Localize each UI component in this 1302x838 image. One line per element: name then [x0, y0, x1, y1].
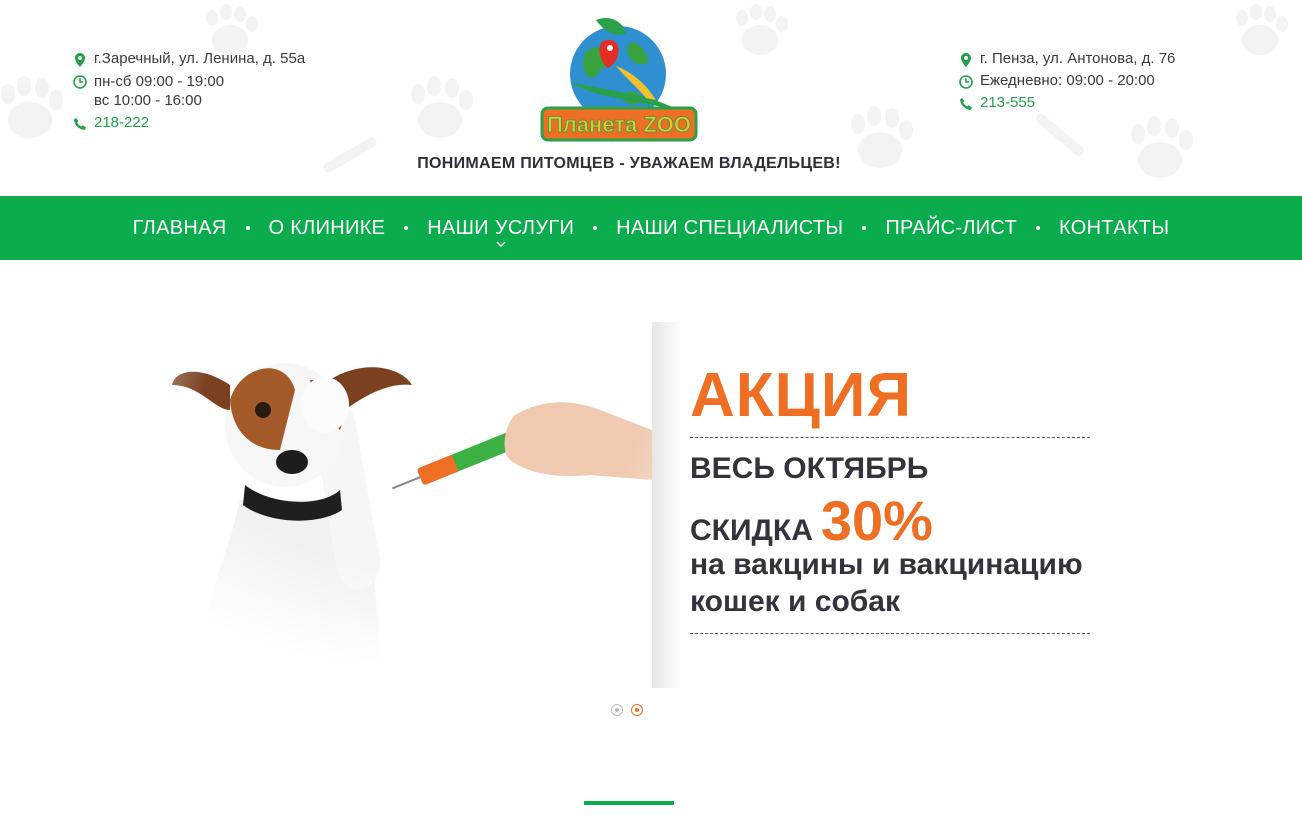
nav-separator — [245, 226, 250, 230]
nav-separator — [404, 226, 409, 230]
hours-row: Ежедневно: 09:00 - 20:00 — [958, 72, 1175, 90]
promo-line-discount: СКИДКА 30% — [690, 488, 933, 553]
hours-text: Ежедневно: 09:00 - 20:00 — [980, 72, 1155, 89]
nav-contacts[interactable]: КОНТАКТЫ — [1057, 217, 1171, 240]
hours-sunday: вс 10:00 - 16:00 — [94, 92, 202, 109]
slogan: ПОНИМАЕМ ПИТОМЦЕВ - УВАЖАЕМ ВЛАДЕЛЬЦЕВ! — [417, 155, 841, 172]
clock-icon — [73, 75, 87, 89]
contacts-left: г.Заречный, ул. Ленина, д. 55а пн-сб 09:… — [72, 50, 305, 136]
phone-link[interactable]: 218-222 — [94, 114, 149, 131]
phone-row: 218-222 — [72, 114, 305, 132]
nav-services[interactable]: НАШИ УСЛУГИ — [425, 216, 576, 247]
phone-icon — [74, 118, 86, 130]
contacts-right: г. Пенза, ул. Антонова, д. 76 Ежедневно:… — [958, 50, 1175, 116]
phone-icon — [960, 98, 972, 110]
promo-line-vaccines: на вакцины и вакцинацию — [690, 548, 1083, 581]
nav-separator — [1036, 226, 1041, 230]
promo-discount-percent: 30% — [820, 489, 933, 552]
address-row: г. Пенза, ул. Антонова, д. 76 — [958, 50, 1175, 68]
nav-price-list[interactable]: ПРАЙС-ЛИСТ — [883, 217, 1019, 240]
clock-icon — [959, 75, 973, 89]
nav-specialists[interactable]: НАШИ СПЕЦИАЛИСТЫ — [614, 217, 845, 240]
map-pin-icon — [75, 53, 85, 67]
address-text: г.Заречный, ул. Ленина, д. 55а — [94, 50, 306, 67]
promo-dog-image — [160, 310, 680, 670]
address-row: г.Заречный, ул. Ленина, д. 55а — [72, 50, 305, 68]
map-pin-icon — [961, 53, 971, 67]
nav-about[interactable]: О КЛИНИКЕ — [267, 217, 388, 240]
hours-weekdays: пн-сб 09:00 - 19:00 — [94, 73, 225, 90]
promo-divider-top — [690, 437, 1090, 438]
nav-home[interactable]: ГЛАВНАЯ — [131, 217, 229, 240]
chevron-down-icon — [496, 240, 506, 247]
promo-divider-bottom — [690, 633, 1090, 634]
nav-separator — [593, 226, 598, 230]
address-text: г. Пенза, ул. Антонова, д. 76 — [980, 50, 1176, 67]
slider-dot-2-active[interactable] — [631, 704, 643, 716]
nav-separator — [862, 226, 867, 230]
main-nav: ГЛАВНАЯ О КЛИНИКЕ НАШИ УСЛУГИ НАШИ СПЕЦИ… — [0, 196, 1302, 260]
logo[interactable]: Планета ZOO — [536, 12, 702, 142]
phone-row: 213-555 — [958, 94, 1175, 112]
promo-line-month: ВЕСЬ ОКТЯБРЬ — [690, 452, 929, 485]
promo-line-pets: кошек и собак — [690, 585, 900, 618]
phone-link[interactable]: 213-555 — [980, 94, 1035, 111]
section-accent-bar — [584, 801, 674, 805]
hours-row: пн-сб 09:00 - 19:00 вс 10:00 - 16:00 — [72, 72, 305, 110]
logo-text: Планета ZOO — [547, 112, 691, 137]
slider-dot-1[interactable] — [611, 704, 623, 716]
nav-services-label: НАШИ УСЛУГИ — [427, 216, 575, 239]
promo-discount-label: СКИДКА — [690, 514, 813, 547]
promo-title: АКЦИЯ — [690, 361, 913, 430]
slider-pagination — [611, 704, 651, 716]
promo-panel-shadow — [652, 322, 682, 688]
